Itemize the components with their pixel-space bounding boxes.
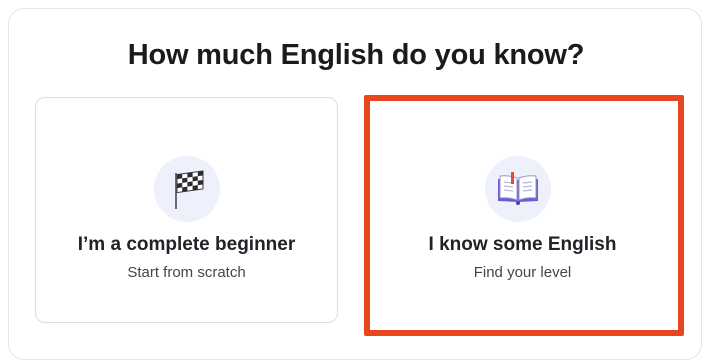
level-selection-card: How much English do you know? I’m a comp… (8, 8, 702, 360)
option-beginner-subtitle: Start from scratch (127, 264, 246, 281)
icon-background (153, 156, 220, 222)
icon-background (484, 156, 551, 222)
option-some-english-subtitle: Find your level (473, 264, 572, 281)
option-beginner-title: I’m a complete beginner (77, 234, 296, 255)
option-some-english[interactable]: I know some English Find your level (361, 97, 664, 323)
option-some-english-title: I know some English (428, 234, 617, 255)
checkered-flag-icon (174, 170, 203, 209)
page-title: How much English do you know? (127, 39, 585, 71)
open-book-icon (497, 172, 538, 205)
option-beginner[interactable]: I’m a complete beginner Start from scrat… (35, 97, 338, 323)
